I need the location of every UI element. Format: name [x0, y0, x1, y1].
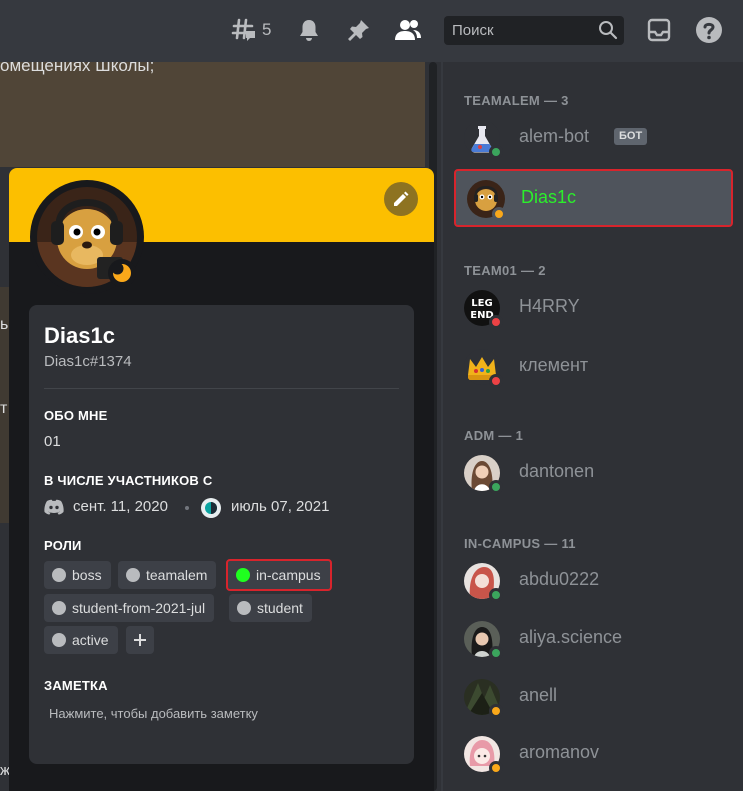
member-group-title: ADM — 1 — [464, 428, 524, 443]
member-item-h4rry[interactable]: LEG END H4RRY — [456, 282, 733, 334]
status-online-icon — [489, 588, 503, 602]
member-list: TEAMALEM — 3 alem-bot БОТ Dias1c TEAM01 … — [443, 62, 743, 791]
user-profile-popout: Dias1c Dias1c#1374 ОБО МНЕ 01 В ЧИСЛЕ УЧ… — [9, 168, 434, 791]
member-name: клемент — [519, 355, 589, 375]
role-color-dot — [126, 568, 140, 582]
chat-text-fragment: ь — [0, 316, 9, 333]
channel-toolbar: 5 Поиск — [0, 0, 743, 62]
discord-logo-icon — [44, 499, 64, 515]
threads-count: 5 — [262, 20, 272, 39]
roles-heading: РОЛИ — [44, 538, 82, 553]
status-idle-icon — [492, 207, 506, 221]
role-name: boss — [72, 567, 102, 583]
status-dnd-icon — [489, 315, 503, 329]
note-input[interactable]: Нажмите, чтобы добавить заметку — [49, 706, 258, 721]
role-pill[interactable]: student-from-2021-jul — [44, 594, 215, 622]
chat-text-fragment: т — [0, 400, 8, 417]
search-input[interactable]: Поиск — [444, 16, 624, 45]
member-name: aliya.science — [519, 627, 623, 647]
divider — [44, 388, 399, 389]
server-icon — [201, 498, 221, 518]
search-placeholder: Поиск — [452, 22, 494, 39]
member-name: abdu0222 — [519, 569, 600, 589]
role-color-dot — [52, 568, 66, 582]
bot-badge: БОТ — [614, 128, 648, 145]
role-pill[interactable]: teamalem — [118, 561, 217, 589]
member-item-aromanov[interactable]: aromanov — [456, 728, 733, 780]
role-name: in-campus — [256, 567, 321, 583]
member-item-dantonen[interactable]: dantonen — [456, 447, 733, 499]
help-icon[interactable] — [695, 16, 723, 44]
profile-details-card: Dias1c Dias1c#1374 ОБО МНЕ 01 В ЧИСЛЕ УЧ… — [29, 305, 414, 764]
member-list-icon[interactable] — [394, 16, 422, 44]
member-name: Dias1c — [521, 187, 577, 207]
member-name: H4RRY — [519, 296, 580, 316]
role-color-dot — [52, 633, 66, 647]
inbox-icon[interactable] — [645, 16, 673, 44]
role-pill[interactable]: active — [44, 626, 118, 654]
member-name: aromanov — [519, 742, 600, 762]
add-role-button[interactable] — [126, 626, 154, 654]
pin-icon[interactable] — [345, 16, 373, 44]
role-name: teamalem — [146, 567, 208, 583]
member-item-klement[interactable]: клемент — [456, 341, 733, 393]
member-since-row: сент. 11, 2020 июль 07, 2021 — [44, 495, 404, 519]
role-pill-highlighted[interactable]: in-campus — [226, 559, 332, 591]
role-pill[interactable]: student — [229, 594, 312, 622]
member-group-title: IN-CAMPUS — 11 — [464, 536, 576, 551]
status-online-icon — [489, 646, 503, 660]
profile-username: Dias1c — [44, 323, 115, 348]
pencil-icon — [394, 191, 409, 206]
profile-tag[interactable]: Dias1c#1374 — [44, 353, 132, 370]
chat-message-highlight: омещениях Школы; — [0, 56, 425, 167]
member-group-title: TEAMALEM — 3 — [464, 93, 569, 108]
member-since-heading: В ЧИСЛЕ УЧАСТНИКОВ С — [44, 473, 213, 488]
status-idle-icon — [489, 704, 503, 718]
threads-icon[interactable] — [230, 16, 258, 44]
plus-icon — [134, 634, 146, 646]
status-idle-icon — [108, 259, 136, 287]
role-color-dot — [237, 601, 251, 615]
member-group-title: TEAM01 — 2 — [464, 263, 546, 278]
role-name: student — [257, 600, 303, 616]
about-me-text: 01 — [44, 433, 61, 450]
status-online-icon — [489, 480, 503, 494]
status-dnd-icon — [489, 374, 503, 388]
member-item-alem-bot[interactable]: alem-bot БОТ — [456, 112, 733, 164]
separator-dot — [185, 506, 189, 510]
role-name: student-from-2021-jul — [72, 600, 206, 616]
about-me-heading: ОБО МНЕ — [44, 408, 108, 423]
edit-profile-button[interactable] — [384, 182, 418, 216]
status-online-icon — [489, 145, 503, 159]
discord-member-since: сент. 11, 2020 — [73, 498, 168, 515]
server-member-since: июль 07, 2021 — [231, 498, 330, 515]
role-name: active — [72, 632, 109, 648]
svg-text:LEG: LEG — [471, 298, 492, 309]
role-pill[interactable]: boss — [44, 561, 111, 589]
member-name: anell — [519, 685, 558, 705]
member-item-dias1c[interactable]: Dias1c — [454, 169, 733, 227]
member-item-aliya-science[interactable]: aliya.science — [456, 613, 733, 665]
role-color-dot — [52, 601, 66, 615]
member-name: dantonen — [519, 461, 595, 481]
member-item-abdu0222[interactable]: abdu0222 — [456, 555, 733, 607]
member-item-anell[interactable]: anell — [456, 671, 733, 723]
note-heading: ЗАМЕТКА — [44, 678, 108, 693]
search-icon — [598, 20, 618, 40]
notification-bell-icon[interactable] — [295, 16, 323, 44]
status-idle-icon — [489, 761, 503, 775]
member-name: alem-bot — [519, 126, 590, 146]
role-color-dot — [236, 568, 250, 582]
